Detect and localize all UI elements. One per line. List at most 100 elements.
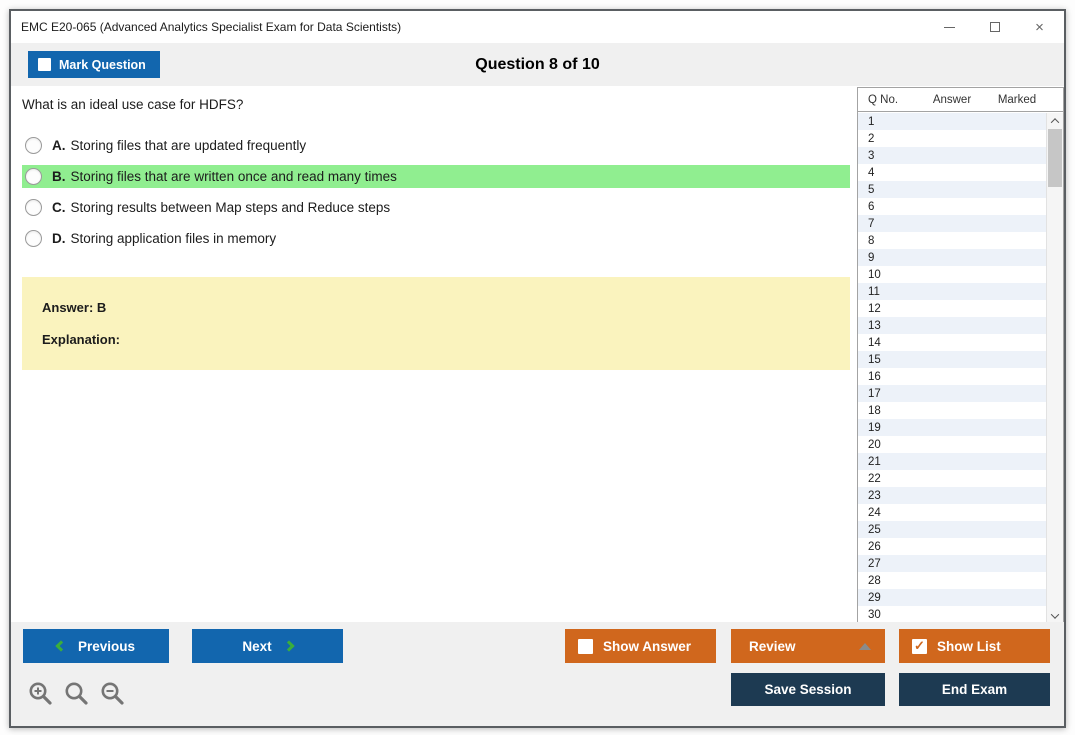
table-row[interactable]: 25 — [858, 521, 1046, 538]
table-row[interactable]: 20 — [858, 436, 1046, 453]
table-row[interactable]: 21 — [858, 453, 1046, 470]
option-row[interactable]: C. Storing results between Map steps and… — [22, 196, 850, 219]
qno-cell: 22 — [868, 472, 881, 485]
option-row[interactable]: B. Storing files that are written once a… — [22, 165, 850, 188]
scrollbar[interactable] — [1046, 113, 1063, 623]
show-list-checkbox-icon: ✓ — [912, 638, 927, 654]
header-qno: Q No. — [868, 93, 899, 106]
qno-cell: 19 — [868, 421, 881, 434]
table-row[interactable]: 5 — [858, 181, 1046, 198]
radio-button-icon[interactable] — [25, 230, 42, 247]
table-row[interactable]: 1 — [858, 113, 1046, 130]
review-label: Review — [749, 638, 796, 654]
maximize-button[interactable] — [972, 11, 1017, 43]
table-row[interactable]: 2 — [858, 130, 1046, 147]
maximize-icon — [989, 22, 1000, 32]
scroll-down-button[interactable] — [1047, 608, 1063, 623]
radio-button-icon[interactable] — [25, 199, 42, 216]
next-button[interactable]: Next — [192, 629, 343, 663]
table-row[interactable]: 26 — [858, 538, 1046, 555]
save-session-label: Save Session — [764, 682, 852, 697]
option-row[interactable]: A. Storing files that are updated freque… — [22, 134, 850, 157]
qno-cell: 5 — [868, 183, 875, 196]
radio-button-icon[interactable] — [25, 168, 42, 185]
end-exam-button[interactable]: End Exam — [899, 673, 1050, 706]
table-row[interactable]: 18 — [858, 402, 1046, 419]
previous-label: Previous — [77, 638, 136, 654]
table-row[interactable]: 3 — [858, 147, 1046, 164]
scrollbar-thumb[interactable] — [1048, 129, 1062, 187]
question-counter: Question 8 of 10 — [475, 56, 600, 73]
qno-cell: 2 — [868, 132, 875, 145]
minimize-button[interactable] — [927, 11, 972, 43]
previous-button[interactable]: Previous — [23, 629, 169, 663]
show-list-button[interactable]: ✓ Show List — [899, 629, 1050, 663]
question-list-panel: Q No. Answer Marked 1 2 3 4 5 6 7 8 9 10… — [857, 87, 1064, 624]
table-row[interactable]: 17 — [858, 385, 1046, 402]
option-letter: B. — [52, 169, 66, 184]
table-row[interactable]: 29 — [858, 589, 1046, 606]
chevron-right-icon — [282, 640, 295, 652]
qno-cell: 20 — [868, 438, 881, 451]
option-text: Storing application files in memory — [70, 231, 277, 246]
table-row[interactable]: 27 — [858, 555, 1046, 572]
table-row[interactable]: 11 — [858, 283, 1046, 300]
close-icon: × — [1035, 18, 1044, 36]
question-text: What is an ideal use case for HDFS? — [22, 97, 244, 112]
option-text: Storing results between Map steps and Re… — [70, 200, 391, 215]
table-row[interactable]: 14 — [858, 334, 1046, 351]
table-row[interactable]: 12 — [858, 300, 1046, 317]
show-list-label: Show List — [937, 638, 1001, 654]
table-row[interactable]: 8 — [858, 232, 1046, 249]
window-title: EMC E20-065 (Advanced Analytics Speciali… — [21, 20, 402, 34]
header-marked: Marked — [997, 93, 1037, 106]
zoom-in-icon[interactable] — [27, 680, 55, 708]
table-row[interactable]: 6 — [858, 198, 1046, 215]
table-row[interactable]: 22 — [858, 470, 1046, 487]
answer-box: Answer: B Explanation: — [22, 277, 850, 370]
window-controls: × — [927, 11, 1062, 43]
option-row[interactable]: D. Storing application files in memory — [22, 227, 850, 250]
scroll-up-button[interactable] — [1047, 113, 1063, 128]
explanation-label: Explanation: — [42, 332, 121, 347]
review-button[interactable]: Review — [731, 629, 885, 663]
qno-cell: 7 — [868, 217, 875, 230]
table-row[interactable]: 15 — [858, 351, 1046, 368]
table-row[interactable]: 23 — [858, 487, 1046, 504]
qno-cell: 15 — [868, 353, 881, 366]
option-letter: D. — [52, 231, 66, 246]
table-row[interactable]: 7 — [858, 215, 1046, 232]
close-button[interactable]: × — [1017, 11, 1062, 43]
qno-cell: 30 — [868, 608, 881, 621]
save-session-button[interactable]: Save Session — [731, 673, 885, 706]
option-letter: A. — [52, 138, 66, 153]
qno-cell: 18 — [868, 404, 881, 417]
table-row[interactable]: 19 — [858, 419, 1046, 436]
qno-cell: 26 — [868, 540, 881, 553]
show-answer-button[interactable]: Show Answer — [565, 629, 716, 663]
table-row[interactable]: 13 — [858, 317, 1046, 334]
zoom-lens-icon[interactable] — [63, 680, 91, 708]
zoom-toolbar — [27, 680, 127, 708]
table-row[interactable]: 30 — [858, 606, 1046, 623]
mark-question-button[interactable]: Mark Question — [28, 51, 160, 78]
qno-cell: 13 — [868, 319, 881, 332]
radio-button-icon[interactable] — [25, 137, 42, 154]
table-row[interactable]: 16 — [858, 368, 1046, 385]
scroll-up-icon — [1050, 117, 1060, 127]
zoom-out-icon[interactable] — [99, 680, 127, 708]
show-answer-checkbox-icon — [578, 638, 593, 654]
title-bar: EMC E20-065 (Advanced Analytics Speciali… — [11, 11, 1064, 43]
chevron-left-icon — [55, 640, 67, 652]
header-answer: Answer — [932, 93, 972, 106]
table-row[interactable]: 9 — [858, 249, 1046, 266]
options-list: A. Storing files that are updated freque… — [22, 134, 850, 258]
qno-cell: 8 — [868, 234, 875, 247]
table-row[interactable]: 24 — [858, 504, 1046, 521]
table-row[interactable]: 10 — [858, 266, 1046, 283]
table-row[interactable]: 28 — [858, 572, 1046, 589]
show-answer-label: Show Answer — [603, 638, 692, 654]
table-row[interactable]: 4 — [858, 164, 1046, 181]
qno-cell: 29 — [868, 591, 881, 604]
qno-cell: 9 — [868, 251, 875, 264]
